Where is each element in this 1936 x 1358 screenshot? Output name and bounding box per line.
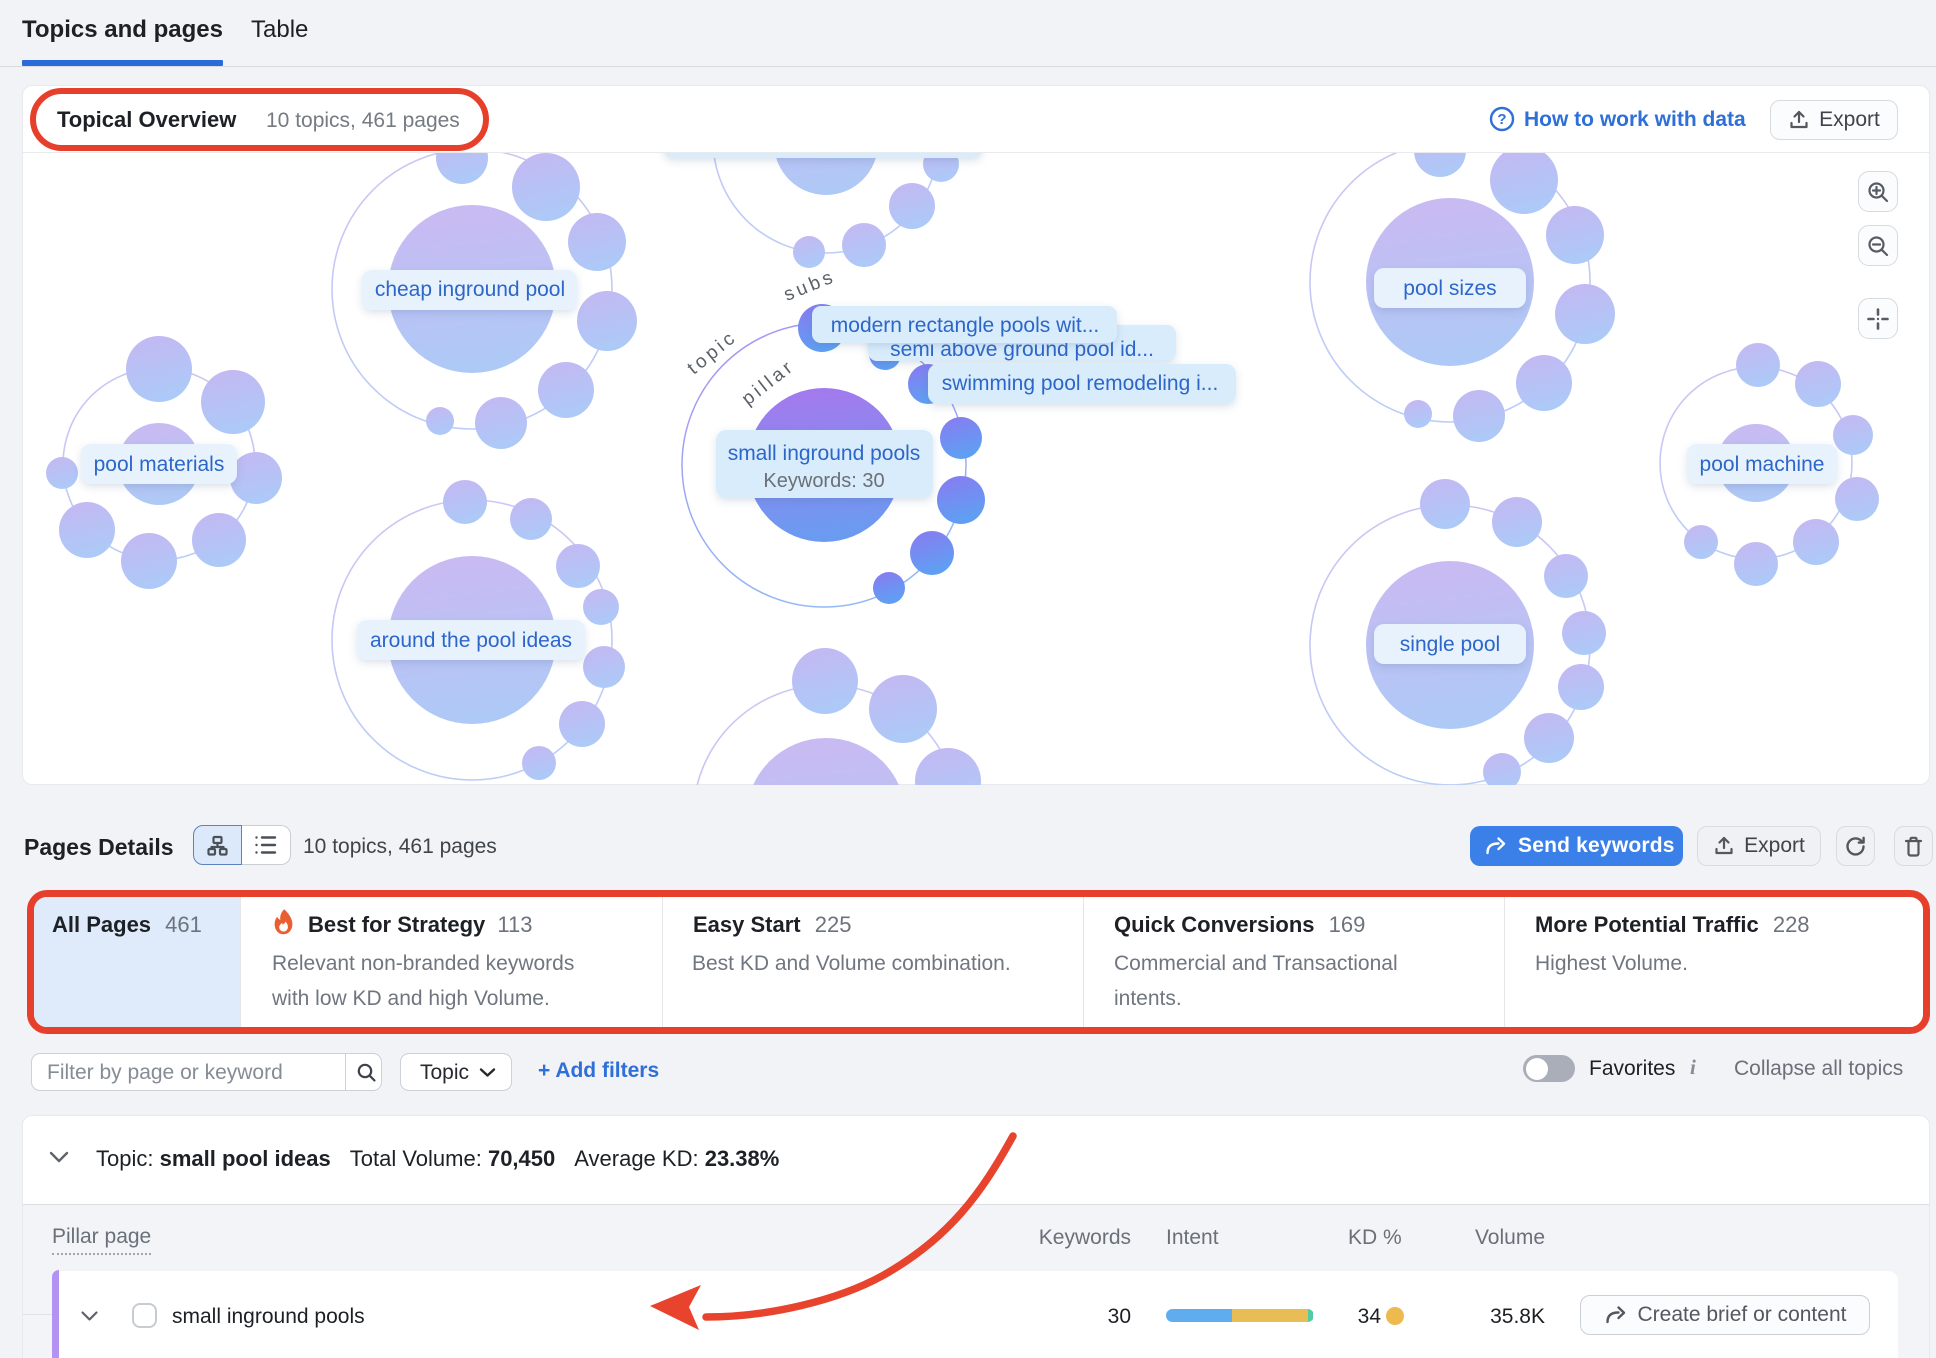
svg-text:single pool: single pool xyxy=(1400,633,1500,656)
svg-text:subs: subs xyxy=(781,266,839,306)
svg-text:topic: topic xyxy=(684,326,742,379)
svg-text:modern rectangle pools wit...: modern rectangle pools wit... xyxy=(831,314,1099,337)
svg-text:pool machine: pool machine xyxy=(1700,453,1825,476)
svg-text:small inground pools: small inground pools xyxy=(728,442,921,465)
svg-text:swimming pool remodeling i...: swimming pool remodeling i... xyxy=(942,372,1219,395)
svg-text:around the pool ideas: around the pool ideas xyxy=(370,629,572,652)
svg-text:?: ? xyxy=(1497,111,1506,128)
svg-text:pool sizes: pool sizes xyxy=(1403,277,1496,300)
svg-text:cheap inground pool: cheap inground pool xyxy=(375,278,565,301)
svg-text:Keywords: 30: Keywords: 30 xyxy=(763,470,884,492)
svg-text:pool materials: pool materials xyxy=(94,453,225,476)
